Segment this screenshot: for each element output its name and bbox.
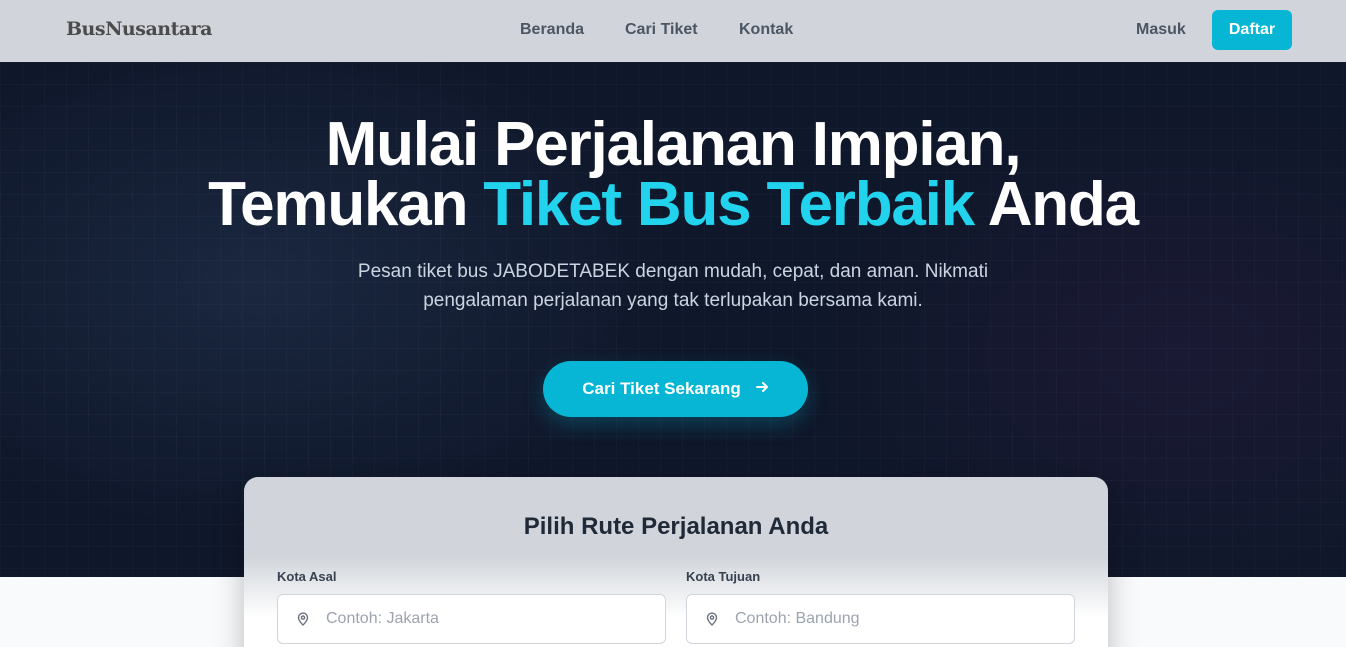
nav-link-cari-tiket[interactable]: Cari Tiket — [625, 21, 698, 39]
search-tickets-cta-button[interactable]: Cari Tiket Sekarang — [543, 361, 808, 417]
map-pin-icon — [296, 612, 310, 626]
top-navbar: BusNusantara Beranda Cari Tiket Kontak M… — [0, 0, 1346, 62]
brand-logo[interactable]: BusNusantara — [66, 18, 212, 40]
destination-placeholder: Contoh: Bandung — [735, 610, 860, 627]
login-link[interactable]: Masuk — [1136, 21, 1186, 39]
map-pin-icon — [705, 612, 719, 626]
origin-city-label: Kota Asal — [277, 569, 337, 584]
origin-city-input[interactable]: Contoh: Jakarta — [277, 594, 666, 644]
headline-accent-text: Tiket Bus Terbaik — [483, 170, 975, 239]
route-card-title: Pilih Rute Perjalanan Anda — [523, 513, 829, 540]
hero-subtitle-line-1: Pesan tiket bus JABODETABEK dengan mudah… — [357, 261, 989, 282]
headline-text-end: Anda — [974, 170, 1139, 239]
destination-city-input[interactable]: Contoh: Bandung — [686, 594, 1075, 644]
headline-text-start: Temukan — [208, 170, 484, 239]
cta-label: Cari Tiket Sekarang — [582, 379, 741, 398]
arrow-right-icon — [755, 380, 769, 399]
nav-link-kontak[interactable]: Kontak — [739, 21, 793, 39]
hero-headline-line-2: Temukan Tiket Bus Terbaik Anda — [0, 174, 1346, 236]
hero-headline-line-1: Mulai Perjalanan Impian, — [325, 110, 1022, 179]
hero-subtitle-line-2: pengalaman perjalanan yang tak terlupaka… — [423, 290, 923, 311]
destination-city-label: Kota Tujuan — [686, 569, 761, 584]
register-button[interactable]: Daftar — [1212, 10, 1292, 50]
nav-link-beranda[interactable]: Beranda — [520, 21, 584, 39]
route-search-card: Pilih Rute Perjalanan Anda Kota Asal Con… — [244, 477, 1108, 647]
origin-placeholder: Contoh: Jakarta — [326, 610, 439, 627]
